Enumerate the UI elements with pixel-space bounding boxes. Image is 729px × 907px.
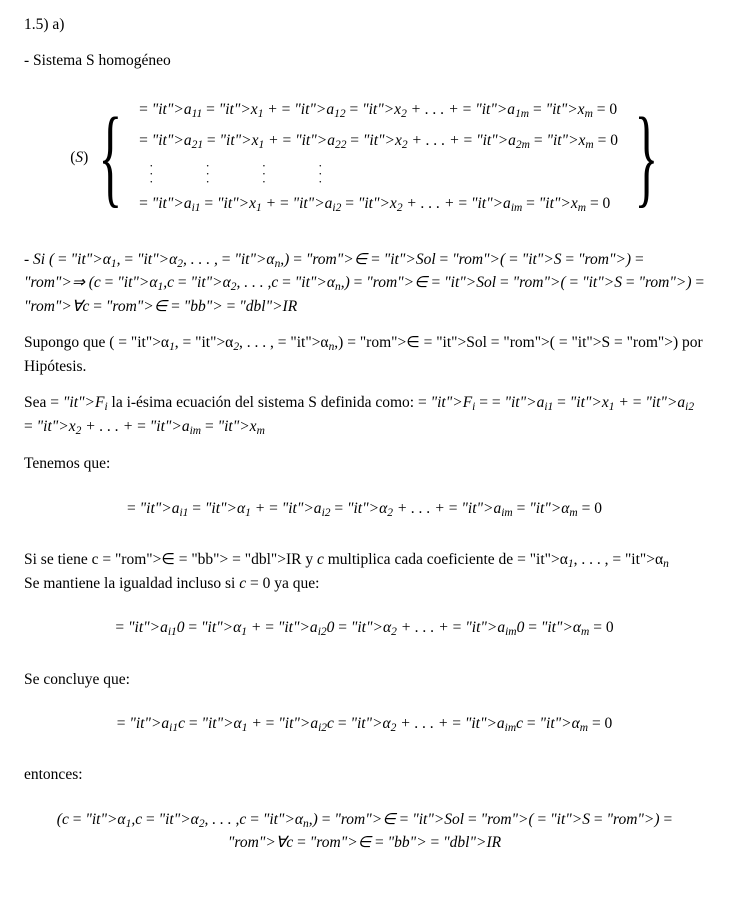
vdots-icon: ··· [262,162,266,185]
system-row-i: = "it">ai1 = "it">x1 + = "it">ai2 = "it"… [139,193,618,216]
hypothesis-text: Supongo que ( = "it">α1, = "it">α2, . . … [24,334,703,374]
equation-1: = "it">ai1 = "it">α1 + = "it">ai2 = "it"… [24,498,705,521]
exercise-number: 1.5) a) [24,14,705,36]
equation-3: = "it">ai1c = "it">α1 + = "it">ai2c = "i… [24,713,705,736]
vdots-icon: ··· [318,162,322,185]
implication-text: - Si ( = "it">α1, = "it">α2, . . . , = "… [24,251,704,315]
c-multiplies-line: Si se tiene c = "rom">∈ = "bb"> = "dbl">… [24,549,705,572]
equation-2: = "it">ai10 = "it">α1 + = "it">ai20 = "i… [24,617,705,640]
equality-holds-line: Se mantiene la igualdad incluso si c = 0… [24,573,705,595]
vdots-icon: ··· [205,162,209,185]
system-label: (S) [70,147,88,169]
hypothesis-line: Supongo que ( = "it">α1, = "it">α2, . . … [24,332,705,378]
equation-3-text: = "it">ai1c = "it">α1 + = "it">ai2c = "i… [117,715,613,732]
equation-1-text: = "it">ai1 = "it">α1 + = "it">ai2 = "it"… [127,500,602,517]
system-definition: (S) { = "it">a11 = "it">x1 + = "it">a12 … [24,95,705,221]
eq-hold-a: Se mantiene la igualdad incluso si [24,575,239,592]
system-row-1: = "it">a11 = "it">x1 + = "it">a12 = "it"… [139,99,618,122]
system-row-vdots: ··· ··· ··· ··· [139,162,618,185]
eq-hold-b: c = 0 [239,575,270,592]
fi-def-b: = "it">Fi [50,394,107,411]
system-rows: = "it">a11 = "it">x1 + = "it">a12 = "it"… [129,95,628,221]
c-mult-c: multiplica cada coeficiente de = "it">α1… [324,551,669,568]
system-row-2: = "it">a21 = "it">x1 + = "it">a22 = "it"… [139,130,618,153]
entonces-line: entonces: [24,764,705,786]
system-intro-line: - Sistema S homogéneo [24,50,705,72]
equation-4-text: (c = "it">α1,c = "it">α2, . . . ,c = "it… [57,811,672,851]
right-brace-icon: } [634,101,658,211]
fi-definition-line: Sea = "it">Fi la i-ésima ecuación del si… [24,392,705,439]
eq-hold-c: ya que: [270,575,319,592]
c-mult-b: c [317,551,324,568]
c-mult-a: Si se tiene c = "rom">∈ = "bb"> = "dbl">… [24,551,317,568]
fi-def-a: Sea [24,394,50,411]
concludes-line: Se concluye que: [24,669,705,691]
fi-def-c: la i-ésima ecuación del sistema S defini… [108,394,418,411]
vdots-icon: ··· [149,162,153,185]
equation-4: (c = "it">α1,c = "it">α2, . . . ,c = "it… [24,809,705,855]
left-brace-icon: { [99,101,123,211]
equation-2-text: = "it">ai10 = "it">α1 + = "it">ai20 = "i… [115,619,613,636]
implication-line: - Si ( = "it">α1, = "it">α2, . . . , = "… [24,249,705,318]
tenemos-que-line: Tenemos que: [24,453,705,475]
